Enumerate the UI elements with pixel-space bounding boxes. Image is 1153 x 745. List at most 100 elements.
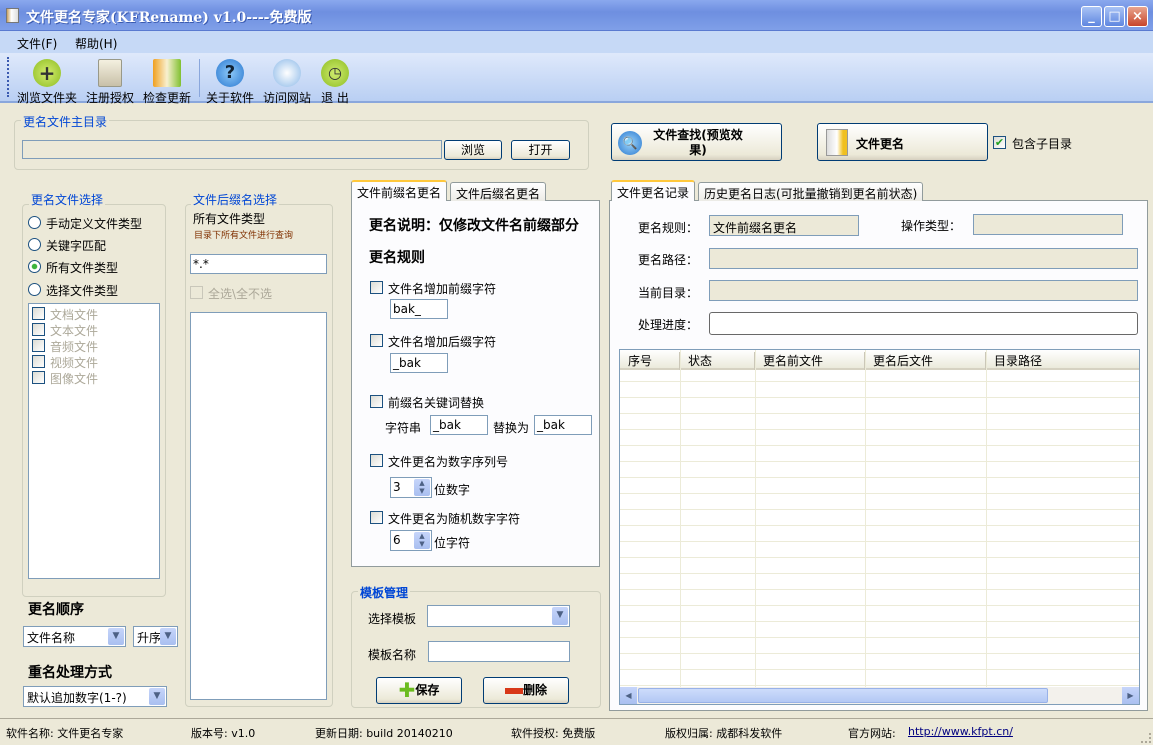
browse-button[interactable]: 浏览 — [444, 140, 502, 160]
select-value: 默认追加数字(1-?) — [27, 691, 127, 705]
suffix-list[interactable] — [190, 312, 327, 700]
exit-button[interactable]: ◷ 退 出 — [317, 57, 353, 106]
radio-label: 选择文件类型 — [46, 284, 119, 298]
scrollbar-thumb[interactable] — [638, 688, 1048, 703]
column-header[interactable]: 序号 — [620, 352, 680, 370]
radio-button[interactable] — [28, 238, 41, 251]
checkbox-label: 包含子目录 — [1012, 137, 1073, 151]
radio-label: 所有文件类型 — [46, 261, 119, 275]
chevron-down-icon[interactable]: ▼ — [108, 628, 124, 645]
chevron-down-icon[interactable]: ▼ — [149, 688, 165, 705]
column-header[interactable]: 目录路径 — [986, 352, 1136, 370]
replace-string-input[interactable]: _bak — [534, 415, 592, 435]
rename-table[interactable]: ◀ ▶ — [619, 349, 1140, 705]
random-digits-stepper[interactable]: 6 ▲ ▼ — [390, 530, 432, 551]
button-label: 文件更名 — [856, 137, 905, 151]
minimize-button[interactable]: _ — [1081, 6, 1102, 27]
rule-value: 文件前缀名更名 — [709, 215, 859, 236]
check-update-button[interactable]: 检查更新 — [142, 57, 192, 106]
website-link[interactable]: http://www.kfpt.cn/ — [908, 725, 1013, 738]
stepper-value: 3 — [393, 480, 401, 494]
notebook-pencil-icon — [826, 129, 848, 156]
maximize-button[interactable]: □ — [1104, 6, 1125, 27]
horizontal-scrollbar[interactable]: ◀ ▶ — [620, 687, 1139, 704]
column-header[interactable]: 更名前文件 — [755, 352, 865, 370]
current-dir-label: 当前目录： — [638, 286, 699, 300]
dup-select[interactable]: 默认追加数字(1-?) ▼ — [23, 686, 167, 707]
visit-website-button[interactable]: 访问网站 — [262, 57, 312, 106]
template-name-input[interactable] — [428, 641, 570, 662]
op-type-label: 操作类型： — [901, 219, 962, 233]
menu-bar: 文件(F) 帮助(H) — [0, 31, 1153, 53]
resize-grip[interactable] — [1141, 733, 1151, 743]
register-button[interactable]: 注册授权 — [85, 57, 135, 106]
progress-bar — [709, 312, 1138, 335]
scroll-right-icon[interactable]: ▶ — [1122, 687, 1139, 704]
toolbar-label: 浏览文件夹 — [16, 91, 77, 105]
suffix-pattern-input[interactable]: *.* — [190, 254, 327, 274]
select-value: 升序 — [137, 631, 162, 645]
type-label: 音频文件 — [50, 340, 99, 354]
file-search-button[interactable]: 🔍 文件查找(预览效果) — [611, 123, 782, 161]
tab-suffix-rename[interactable]: 文件后缀名更名 — [450, 182, 547, 201]
op-type-value — [973, 214, 1123, 235]
progress-label: 处理进度： — [638, 318, 699, 332]
status-owner: 版权归属: 成都科发软件 — [665, 727, 783, 740]
type-label: 图像文件 — [50, 372, 99, 386]
check-icon[interactable]: ✔ — [993, 136, 1006, 149]
toolbar-separator — [199, 59, 200, 97]
open-button[interactable]: 打开 — [511, 140, 570, 160]
replace-with-label: 替换为 — [493, 421, 530, 435]
template-title: 模板管理 — [358, 584, 411, 601]
suffix-heading: 所有文件类型 — [193, 212, 266, 226]
order-direction-select[interactable]: 升序 ▼ — [133, 626, 178, 647]
toolbar-label: 注册授权 — [85, 91, 134, 105]
status-date: 更新日期: build 20140210 — [315, 727, 453, 740]
browse-folder-button[interactable]: + 浏览文件夹 — [16, 57, 78, 106]
template-name-label: 模板名称 — [368, 648, 417, 662]
file-type-list[interactable]: 文档文件 文本文件 音频文件 视频文件 图像文件 — [28, 303, 160, 579]
menu-help[interactable]: 帮助(H) — [75, 35, 117, 52]
column-header[interactable]: 状态 — [680, 352, 755, 370]
suffix-input[interactable]: _bak — [390, 353, 448, 373]
toolbar-label: 退 出 — [321, 91, 349, 105]
radio-button[interactable] — [28, 216, 41, 229]
spin-arrows-icon[interactable]: ▲ ▼ — [414, 479, 430, 496]
type-label: 视频文件 — [50, 356, 99, 370]
scroll-left-icon[interactable]: ◀ — [620, 687, 637, 704]
sequence-digits-stepper[interactable]: 3 ▲ ▼ — [390, 477, 432, 498]
search-string-input[interactable]: _bak — [430, 415, 488, 435]
order-title: 更名顺序 — [28, 602, 84, 618]
close-button[interactable]: × — [1127, 6, 1148, 27]
chevron-down-icon[interactable]: ▼ — [552, 607, 568, 625]
template-select-label: 选择模板 — [368, 612, 417, 626]
minus-icon — [504, 687, 523, 694]
prefix-input[interactable]: bak_ — [390, 299, 448, 319]
spin-arrows-icon[interactable]: ▲ ▼ — [414, 532, 430, 549]
radio-label: 手动定义文件类型 — [46, 217, 143, 231]
radio-button[interactable] — [28, 283, 41, 296]
chevron-down-icon[interactable]: ▼ — [160, 628, 176, 645]
radio-button-checked[interactable] — [28, 260, 41, 273]
main-dir-input[interactable] — [22, 140, 442, 159]
tab-history-log[interactable]: 历史更名日志(可批量撤销到更名前状态) — [698, 182, 924, 201]
column-header[interactable]: 更名后文件 — [865, 352, 986, 370]
menu-file[interactable]: 文件(F) — [17, 35, 57, 52]
file-select-title: 更名文件选择 — [29, 191, 106, 208]
tab-rename-record[interactable]: 文件更名记录 — [611, 180, 696, 201]
toolbar-label: 访问网站 — [262, 91, 311, 105]
order-field-select[interactable]: 文件名称 ▼ — [23, 626, 126, 647]
about-button[interactable]: ? 关于软件 — [205, 57, 255, 106]
tab-prefix-rename[interactable]: 文件前缀名更名 — [351, 180, 448, 201]
delete-template-button[interactable]: 删除 — [483, 677, 569, 704]
add-icon: + — [33, 59, 61, 87]
checkbox-label: 文件名增加后缀字符 — [388, 335, 497, 349]
status-version: 版本号: v1.0 — [191, 727, 256, 740]
exit-clock-icon: ◷ — [321, 59, 349, 87]
suffix-select-title: 文件后缀名选择 — [191, 191, 280, 208]
current-dir-value — [709, 280, 1138, 301]
save-template-button[interactable]: ✚保存 — [376, 677, 462, 704]
rules-title: 更名规则 — [369, 250, 425, 266]
file-rename-button[interactable]: 文件更名 — [817, 123, 988, 161]
template-select[interactable]: ▼ — [427, 605, 570, 627]
